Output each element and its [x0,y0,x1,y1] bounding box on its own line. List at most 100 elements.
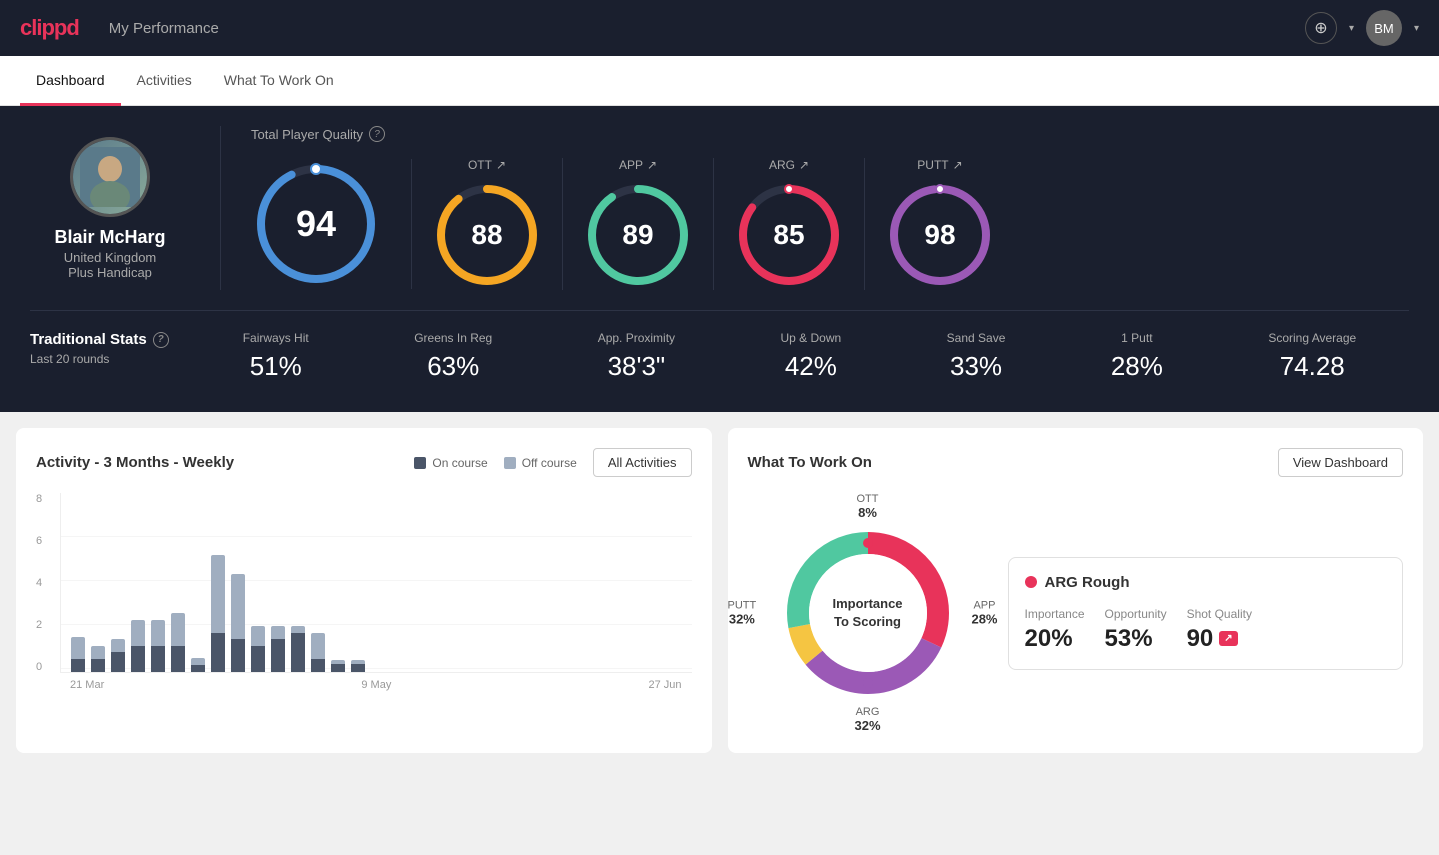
bar-group-4 [131,620,145,672]
donut-container: Importance To Scoring OTT 8% APP 28% ARG… [748,493,988,733]
bar-bottom [351,664,365,672]
player-info: Blair McHarg United Kingdom Plus Handica… [30,137,190,280]
gauge-ott: OTT ↗ 88 [412,158,563,290]
bar-top [291,626,305,633]
bar-10a [251,626,265,672]
bar-top [271,626,285,639]
stat-greens-value: 63% [427,351,479,382]
bar-top [151,620,165,646]
tab-activities[interactable]: Activities [121,56,208,106]
add-chevron[interactable]: ▾ [1349,23,1354,34]
header-title: My Performance [109,20,1305,37]
gauge-overall-value: 94 [296,203,336,245]
bar-7a [191,658,205,672]
detail-stat-importance: Importance 20% [1025,607,1085,653]
bar-top [171,613,185,646]
app-arrow: ↗ [647,158,657,172]
detail-title-text: ARG Rough [1045,574,1130,591]
stat-updown-label: Up & Down [781,331,842,345]
bar-top [211,555,225,633]
work-on-content: Importance To Scoring OTT 8% APP 28% ARG… [748,493,1404,733]
bar-bottom [91,659,105,672]
quality-info-icon[interactable]: ? [369,126,385,142]
tab-dashboard[interactable]: Dashboard [20,56,121,106]
stats-title: Traditional Stats ? [30,331,190,348]
gauge-app: APP ↗ 89 [563,158,714,290]
bar-bottom [251,646,265,672]
stat-1putt-label: 1 Putt [1121,331,1152,345]
donut-label-putt: PUTT 32% [728,600,757,627]
avatar-image [73,140,147,214]
player-country: United Kingdom [64,250,157,265]
detail-importance-value: 20% [1025,625,1085,653]
activity-card: Activity - 3 Months - Weekly On course O… [16,428,712,753]
bar-group-1 [71,637,85,672]
stat-fairways: Fairways Hit 51% [243,331,309,382]
bar-group-14 [331,660,345,672]
stat-proximity: App. Proximity 38'3" [598,331,675,382]
donut-putt-pct: 32% [728,612,757,627]
detail-card-title: ARG Rough [1025,574,1387,591]
activity-card-header: Activity - 3 Months - Weekly On course O… [36,448,692,477]
bar-group-12 [291,626,305,672]
add-button[interactable]: ⊕ [1305,12,1337,44]
bar-12a [291,626,305,672]
x-label-3: 27 Jun [648,679,681,691]
legend-on-course: On course [414,456,487,470]
stats-info-icon[interactable]: ? [153,332,169,348]
tab-what-to-work-on[interactable]: What To Work On [208,56,350,106]
player-name: Blair McHarg [54,227,165,248]
tabs: Dashboard Activities What To Work On [0,56,1439,106]
stat-fairways-label: Fairways Hit [243,331,309,345]
donut-label-app: APP 28% [971,600,997,627]
legend-off-course-label: Off course [522,456,577,470]
detail-opportunity-label: Opportunity [1105,607,1167,621]
donut-ott-name: OTT [857,493,879,505]
y-label-2: 2 [36,619,42,631]
detail-opportunity-value: 53% [1105,625,1167,653]
all-activities-button[interactable]: All Activities [593,448,692,477]
bar-top [251,626,265,646]
bar-bottom [111,652,125,672]
y-label-0: 0 [36,661,42,673]
stat-updown: Up & Down 42% [781,331,842,382]
donut-ott-pct: 8% [857,505,879,520]
logo: clippd [20,15,79,41]
avatar-chevron[interactable]: ▾ [1414,23,1419,34]
stat-greens-label: Greens In Reg [414,331,492,345]
detail-stats: Importance 20% Opportunity 53% Shot Qual… [1025,607,1387,653]
x-axis: 21 Mar 9 May 27 Jun [60,673,692,691]
bar-11a [271,626,285,672]
bar-bottom [191,665,205,672]
gauge-putt: PUTT ↗ 98 [865,158,1015,290]
detail-card: ARG Rough Importance 20% Opportunity 53%… [1008,557,1404,670]
gauge-putt-value: 98 [924,219,955,251]
bar-top [71,637,85,659]
gauge-ott-label: OTT ↗ [468,158,506,172]
bar-8a [211,555,225,672]
gauges-row: 94 OTT ↗ 88 [251,158,1409,290]
bar-6a [171,613,185,672]
bar-13a [311,633,325,672]
plus-icon: ⊕ [1314,18,1327,38]
quality-title: Total Player Quality ? [251,126,1409,142]
bar-1a [71,637,85,672]
traditional-stats: Traditional Stats ? Last 20 rounds Fairw… [30,331,1409,382]
bar-group-10 [251,626,265,672]
stat-scoring: Scoring Average 74.28 [1268,331,1356,382]
stat-scoring-label: Scoring Average [1268,331,1356,345]
y-label-4: 4 [36,577,42,589]
bar-bottom [311,659,325,672]
gauge-ott-value: 88 [471,219,502,251]
y-label-6: 6 [36,535,42,547]
gauge-arg-label: ARG ↗ [769,158,809,172]
bar-top [191,658,205,665]
stat-proximity-value: 38'3" [608,351,666,382]
bar-2a [91,646,105,672]
bar-bottom [291,633,305,672]
view-dashboard-button[interactable]: View Dashboard [1278,448,1403,477]
legend-dot-dark [414,457,426,469]
bar-group-11 [271,626,285,672]
avatar[interactable]: BM [1366,10,1402,46]
donut-center: Importance To Scoring [832,595,902,631]
